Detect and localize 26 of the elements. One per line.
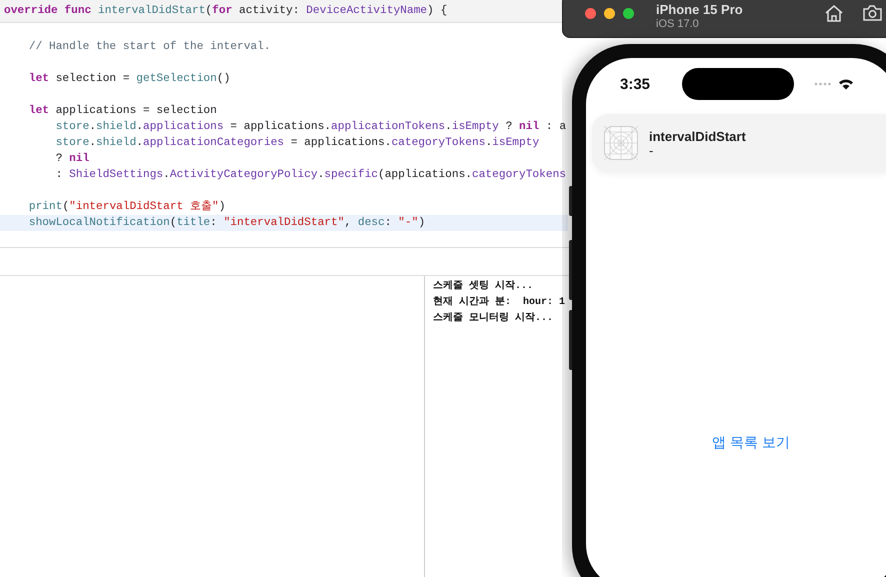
console-output-line: 스케줄 모니터링 시작... (433, 311, 554, 326)
notification-banner[interactable]: intervalDidStart - (592, 114, 886, 172)
zoom-button[interactable] (623, 8, 634, 19)
code-line: store.shield.applications = applications.applicationTokens.isEmpty ? nil : a (54, 120, 568, 135)
code-line: let selection = getSelection() (28, 72, 232, 87)
console-output-line: 스케줄 셋팅 시작... (433, 279, 534, 294)
simulator-subtitle: iOS 17.0 (656, 17, 700, 31)
code-line: print("intervalDidStart 호출") (28, 200, 226, 215)
code-line: // Handle the start of the interval. (28, 40, 272, 55)
wifi-icon (838, 78, 854, 90)
notification-body: - (649, 144, 654, 158)
code-line: store.shield.applicationCategories = applications.categoryTokens.isEmpty (54, 136, 540, 151)
code-line: ? nil (54, 152, 90, 167)
app-list-button[interactable]: 앱 목록 보기 (710, 432, 792, 454)
minimize-button[interactable] (604, 8, 615, 19)
console-output-line: 현재 시간과 분: hour: 1 (433, 295, 566, 310)
simulator-title: iPhone 15 Pro (656, 3, 744, 17)
close-button[interactable] (585, 8, 596, 19)
status-time: 3:35 (620, 76, 652, 92)
code-line: let applications = selection (28, 104, 218, 119)
home-icon[interactable] (824, 4, 844, 22)
camera-icon[interactable] (862, 4, 882, 22)
code-line: : ShieldSettings.ActivityCategoryPolicy.specific(applications.categoryTokens (54, 168, 567, 183)
signal-icon (814, 82, 832, 86)
app-icon (604, 126, 638, 160)
notification-title: intervalDidStart (649, 128, 746, 144)
